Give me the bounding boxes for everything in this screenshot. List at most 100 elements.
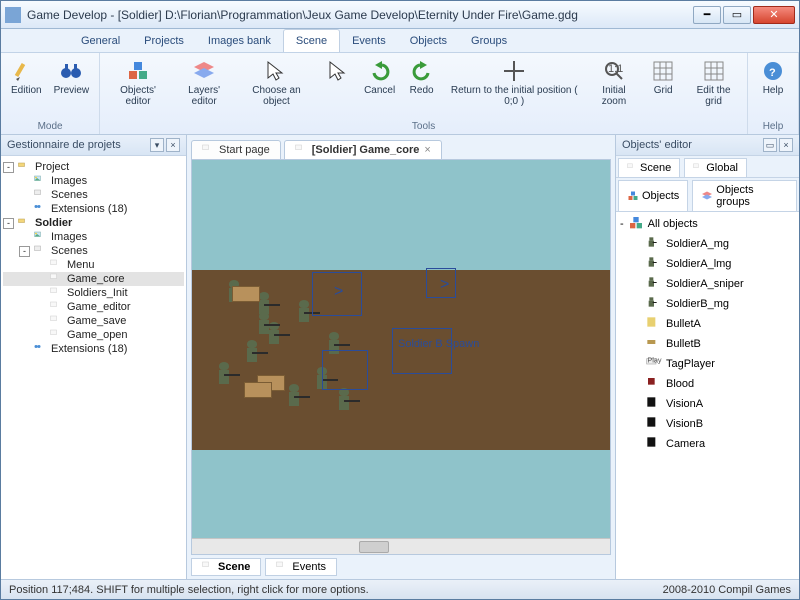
selection-box[interactable] bbox=[392, 328, 452, 374]
tab-icon bbox=[202, 144, 214, 156]
tree-node-project[interactable]: -Project bbox=[3, 160, 184, 174]
bottom-tab-scene[interactable]: Scene bbox=[191, 558, 261, 576]
tree-toggle[interactable]: - bbox=[620, 218, 624, 230]
horizontal-scrollbar[interactable] bbox=[192, 538, 610, 554]
scope-tab-global[interactable]: Global bbox=[684, 158, 747, 177]
object-soldiera_sniper[interactable]: SoldierA_sniper bbox=[618, 274, 797, 294]
tree-toggle[interactable]: - bbox=[19, 246, 30, 257]
pencil-icon bbox=[14, 59, 38, 83]
maximize-button[interactable]: ▭ bbox=[723, 6, 751, 24]
ribbon-btn-objects-[interactable]: Objects' editor bbox=[106, 57, 170, 121]
tree-node-menu[interactable]: Menu bbox=[3, 258, 184, 272]
ribbon-btn-redo[interactable]: Redo bbox=[403, 57, 441, 121]
tree-node-extensions-18-[interactable]: Extensions (18) bbox=[3, 202, 184, 216]
crate-sprite[interactable] bbox=[244, 382, 272, 398]
soldier-sprite[interactable] bbox=[282, 382, 306, 412]
tree-node-game-editor[interactable]: Game_editor bbox=[3, 300, 184, 314]
soldier-sprite[interactable] bbox=[252, 310, 276, 340]
tab-close-icon[interactable]: × bbox=[424, 144, 430, 156]
tab--soldier-game-core[interactable]: [Soldier] Game_core × bbox=[284, 140, 442, 159]
tree-node-label: Game_save bbox=[67, 315, 126, 327]
soldier-sprite[interactable] bbox=[212, 360, 236, 390]
crate-sprite[interactable] bbox=[232, 286, 260, 302]
ribbon-btn-preview[interactable]: Preview bbox=[50, 57, 94, 121]
objects-tree[interactable]: -All objectsSoldierA_mgSoldierA_lmgSoldi… bbox=[616, 212, 799, 579]
scene-icon bbox=[49, 287, 63, 299]
tree-node-soldier[interactable]: -Soldier bbox=[3, 216, 184, 230]
object-visionb[interactable]: VisionB bbox=[618, 414, 797, 434]
redo-icon bbox=[410, 59, 434, 83]
object-blood[interactable]: Blood bbox=[618, 374, 797, 394]
tree-node-label: Extensions (18) bbox=[51, 203, 127, 215]
object-camera[interactable]: Camera bbox=[618, 434, 797, 454]
object-tagplayer[interactable]: PlayerTagPlayer bbox=[618, 354, 797, 374]
scene-canvas[interactable]: >>Soldier B Spawn bbox=[192, 160, 610, 538]
ribbon-btn-help[interactable]: ?Help bbox=[754, 57, 792, 121]
close-button[interactable]: ✕ bbox=[753, 6, 795, 24]
menu-objects[interactable]: Objects bbox=[398, 29, 459, 52]
menu-scene[interactable]: Scene bbox=[283, 29, 340, 52]
tab-label: Objects bbox=[642, 190, 679, 202]
tag-icon: Player bbox=[646, 355, 662, 373]
ribbon-btn-choose[interactable]: Choose an object bbox=[238, 57, 314, 121]
object-bulleta[interactable]: BulletA bbox=[618, 314, 797, 334]
object-bulletb[interactable]: BulletB bbox=[618, 334, 797, 354]
bottom-tab-events[interactable]: Events bbox=[265, 558, 337, 576]
tab-icon bbox=[276, 561, 288, 573]
object-soldiera_lmg[interactable]: SoldierA_lmg bbox=[618, 254, 797, 274]
ribbon-btn-edition[interactable]: Edition bbox=[7, 57, 46, 121]
menu-events[interactable]: Events bbox=[340, 29, 398, 52]
tree-node-images[interactable]: Images bbox=[3, 174, 184, 188]
ribbon-btn-initial[interactable]: 1:1Initial zoom bbox=[588, 57, 640, 121]
tree-node-images[interactable]: Images bbox=[3, 230, 184, 244]
soldier-sprite[interactable] bbox=[332, 386, 356, 416]
menu-projects[interactable]: Projects bbox=[132, 29, 196, 52]
ext-icon bbox=[33, 203, 47, 215]
status-left: Position 117;484. SHIFT for multiple sel… bbox=[9, 584, 369, 596]
menu-images-bank[interactable]: Images bank bbox=[196, 29, 283, 52]
panel-dock-button[interactable]: ▭ bbox=[763, 138, 777, 152]
panel-close-button[interactable]: × bbox=[166, 138, 180, 152]
objects-root[interactable]: -All objects bbox=[618, 214, 797, 234]
tree-node-game-core[interactable]: Game_core bbox=[3, 272, 184, 286]
objects-panel: Objects' editor ▭ × SceneGlobal ObjectsO… bbox=[615, 135, 799, 579]
object-soldiera_mg[interactable]: SoldierA_mg bbox=[618, 234, 797, 254]
ribbon-btn-cursor[interactable] bbox=[319, 57, 357, 121]
tree-toggle[interactable]: - bbox=[3, 162, 14, 173]
tree-node-game-save[interactable]: Game_save bbox=[3, 314, 184, 328]
ribbon-btn-cancel[interactable]: Cancel bbox=[361, 57, 399, 121]
object-soldierb_mg[interactable]: SoldierB_mg bbox=[618, 294, 797, 314]
tree-node-scenes[interactable]: Scenes bbox=[3, 188, 184, 202]
object-label: SoldierA_mg bbox=[666, 238, 729, 250]
tree-node-extensions-18-[interactable]: Extensions (18) bbox=[3, 342, 184, 356]
tree-toggle[interactable]: - bbox=[3, 218, 14, 229]
project-tree[interactable]: -ProjectImagesScenesExtensions (18)-Sold… bbox=[1, 156, 186, 579]
ribbon-btn-edit[interactable]: Edit the grid bbox=[686, 57, 741, 121]
sub-tab-objects[interactable]: Objects bbox=[618, 180, 688, 211]
tree-node-game-open[interactable]: Game_open bbox=[3, 328, 184, 342]
soldier-sprite[interactable] bbox=[240, 338, 264, 368]
selection-box[interactable] bbox=[322, 350, 368, 390]
ribbon-btn-grid[interactable]: Grid bbox=[644, 57, 682, 121]
ribbon-btn-layers-[interactable]: Layers' editor bbox=[174, 57, 234, 121]
ribbon-btn-return-to-the-initial[interactable]: Return to the initial position ( 0;0 ) bbox=[445, 57, 584, 121]
scrollbar-thumb[interactable] bbox=[359, 541, 389, 553]
tree-node-label: Images bbox=[51, 231, 87, 243]
vision-icon bbox=[646, 415, 662, 433]
menu-general[interactable]: General bbox=[69, 29, 132, 52]
tab-label: [Soldier] Game_core bbox=[312, 144, 420, 156]
tab-start-page[interactable]: Start page bbox=[191, 140, 281, 159]
tab-icon bbox=[693, 163, 703, 173]
tree-node-soldiers-init[interactable]: Soldiers_Init bbox=[3, 286, 184, 300]
sub-tab-objects-groups[interactable]: Objects groups bbox=[692, 180, 797, 211]
tree-node-scenes[interactable]: -Scenes bbox=[3, 244, 184, 258]
scope-tab-scene[interactable]: Scene bbox=[618, 158, 680, 177]
menu-groups[interactable]: Groups bbox=[459, 29, 519, 52]
object-visiona[interactable]: VisionA bbox=[618, 394, 797, 414]
minimize-button[interactable]: ━ bbox=[693, 6, 721, 24]
tab-icon bbox=[202, 561, 214, 573]
cubes-icon bbox=[126, 59, 150, 83]
panel-menu-button[interactable]: ▾ bbox=[150, 138, 164, 152]
ribbon-btn-label: Return to the initial position ( 0;0 ) bbox=[449, 85, 580, 107]
panel-close-button[interactable]: × bbox=[779, 138, 793, 152]
